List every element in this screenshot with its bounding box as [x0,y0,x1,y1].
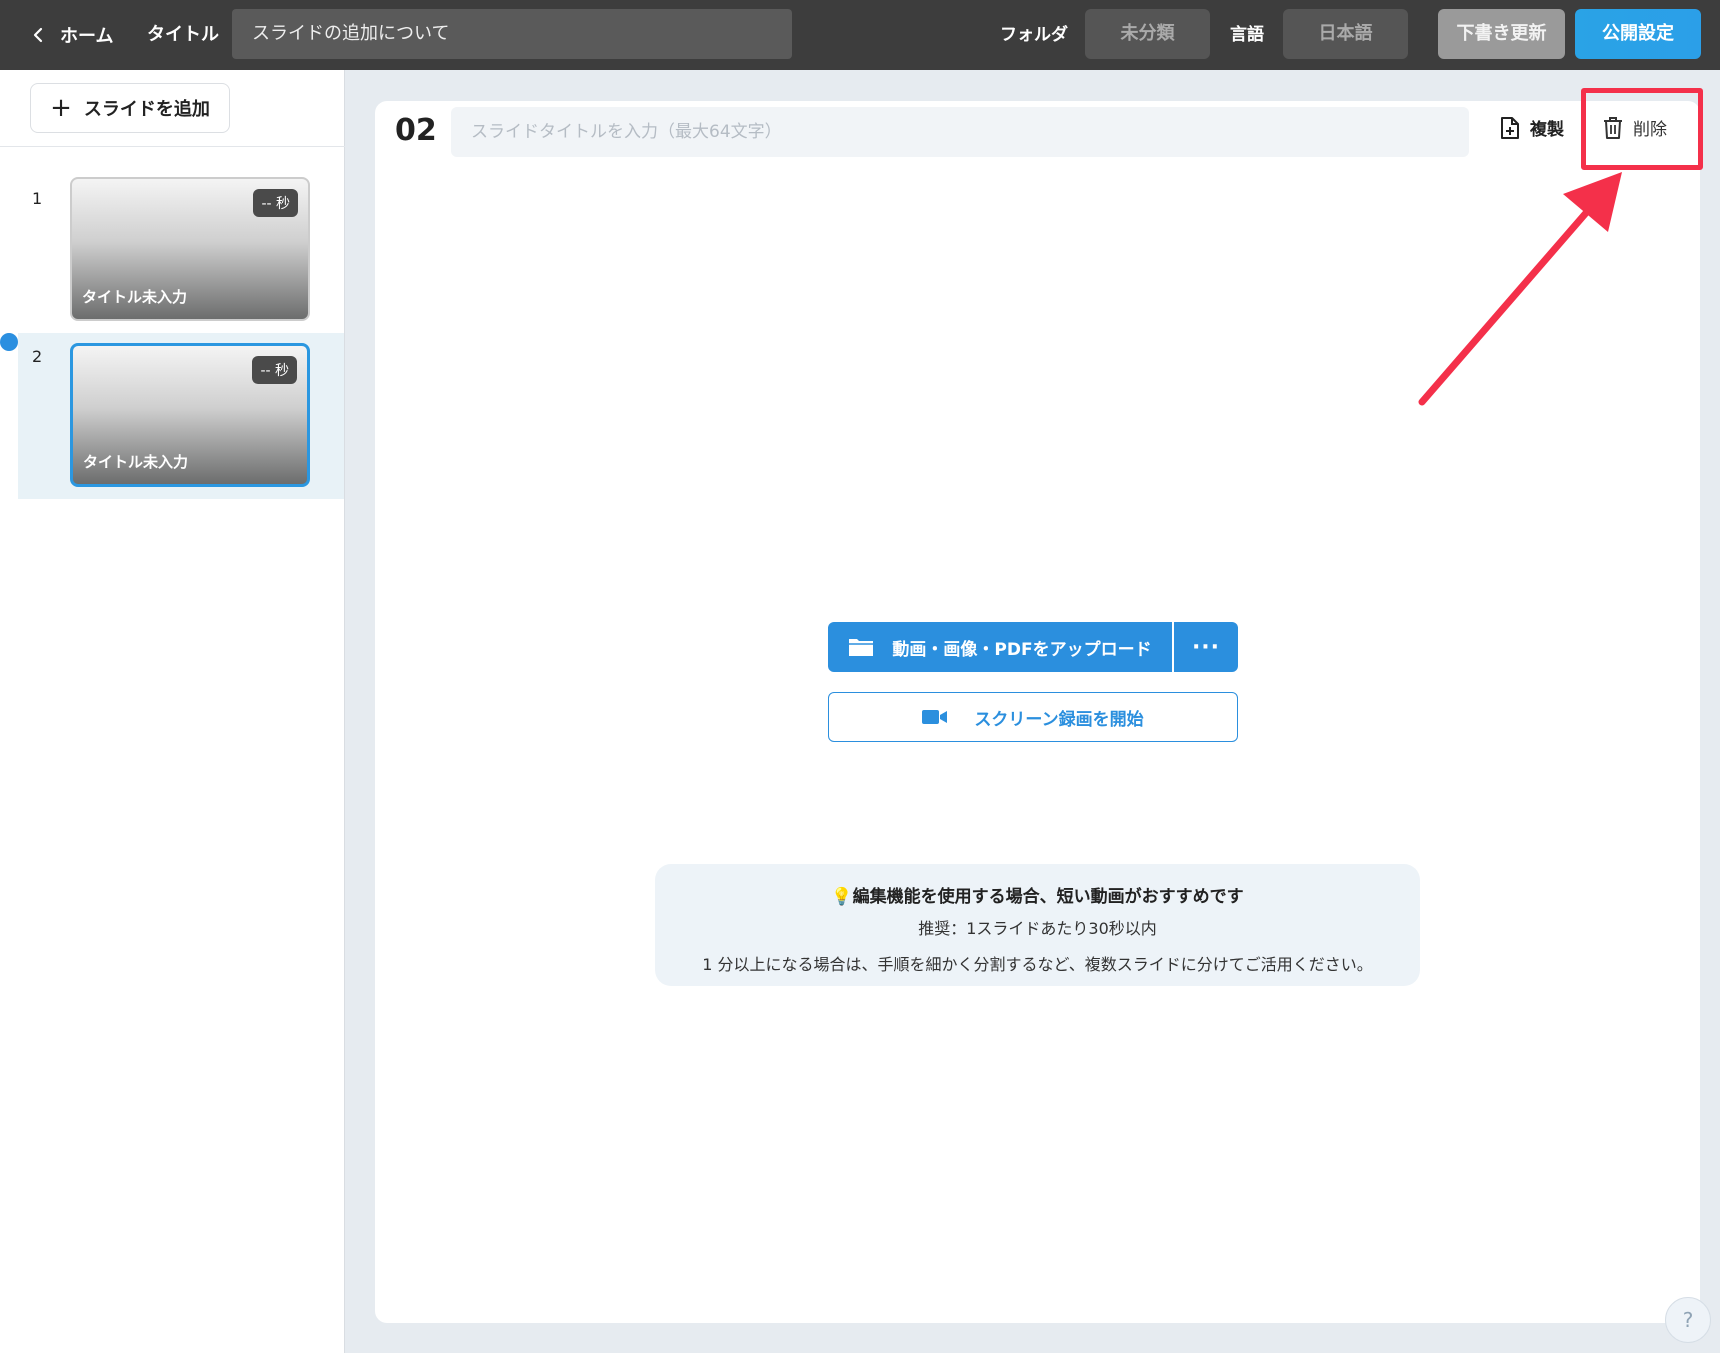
slide-index: 02 [395,113,437,148]
slide-title-input[interactable]: スライドタイトルを入力（最大64文字） [451,107,1469,157]
tip-headline-row: 💡編集機能を使用する場合、短い動画がおすすめです [655,882,1420,907]
help-button[interactable]: ? [1665,1297,1711,1343]
language-label: 言語 [1230,25,1264,45]
tip-headline: 編集機能を使用する場合、短い動画がおすすめです [852,887,1244,907]
top-bar: ホーム タイトル スライドの追加について フォルダ 未分類 言語 日本語 下書き… [0,0,1720,70]
chevron-left-icon [33,27,43,43]
slide-number: 2 [32,347,43,366]
slide-number: 1 [32,189,43,208]
screen-record-button[interactable]: スクリーン録画を開始 [828,692,1238,742]
slide-list-item-active[interactable]: 2 -- 秒 タイトル未入力 [18,333,344,499]
publish-settings-button[interactable]: 公開設定 [1575,9,1701,59]
tip-box: 💡編集機能を使用する場合、短い動画がおすすめです 推奨：1スライドあたり30秒以… [655,864,1420,986]
slide-thumbnail-title: タイトル未入力 [82,288,188,306]
duration-badge: -- 秒 [253,189,298,217]
folder-label: フォルダ [1000,25,1068,45]
sidebar-divider [0,146,345,147]
video-camera-icon [922,710,948,724]
duplicate-label: 複製 [1530,120,1564,140]
add-slide-button[interactable]: + スライドを追加 [30,83,230,133]
file-plus-icon [1501,116,1519,139]
upload-label: 動画・画像・PDFをアップロード [892,639,1152,660]
folder-icon [849,639,874,656]
tip-recommend: 推奨：1スライドあたり30秒以内 [918,919,1157,938]
slide-thumbnail-title: タイトル未入力 [83,453,189,471]
screen-record-label: スクリーン録画を開始 [974,709,1144,730]
active-slide-indicator [0,333,18,351]
title-input[interactable]: スライドの追加について [232,9,792,59]
upload-more-button[interactable]: ··· [1174,622,1238,672]
language-select[interactable]: 日本語 [1283,9,1408,59]
plus-icon: + [50,93,72,123]
slide-thumbnail[interactable]: -- 秒 タイトル未入力 [70,343,310,487]
duplicate-button[interactable]: 複製 [1500,115,1564,140]
back-home-button[interactable]: ホーム [30,0,113,70]
slide-list-item[interactable]: 1 -- 秒 タイトル未入力 [18,177,344,343]
back-label: ホーム [60,26,114,47]
draft-update-button[interactable]: 下書き更新 [1438,9,1565,59]
folder-select[interactable]: 未分類 [1085,9,1210,59]
upload-button[interactable]: 動画・画像・PDFをアップロード [828,622,1172,672]
title-label: タイトル [147,24,219,45]
tip-detail: 1 分以上になる場合は、手順を細かく分割するなど、複数スライドに分けてご活用くだ… [702,955,1373,974]
slide-sidebar: + スライドを追加 1 -- 秒 タイトル未入力 2 -- 秒 タイトル未入力 [0,70,345,1353]
add-slide-label: スライドを追加 [83,99,210,120]
duration-badge: -- 秒 [252,356,297,384]
delete-highlight-box [1581,88,1703,170]
slide-thumbnail[interactable]: -- 秒 タイトル未入力 [70,177,310,321]
upload-button-group: 動画・画像・PDFをアップロード ··· [828,622,1238,672]
lightbulb-icon: 💡 [831,887,853,907]
